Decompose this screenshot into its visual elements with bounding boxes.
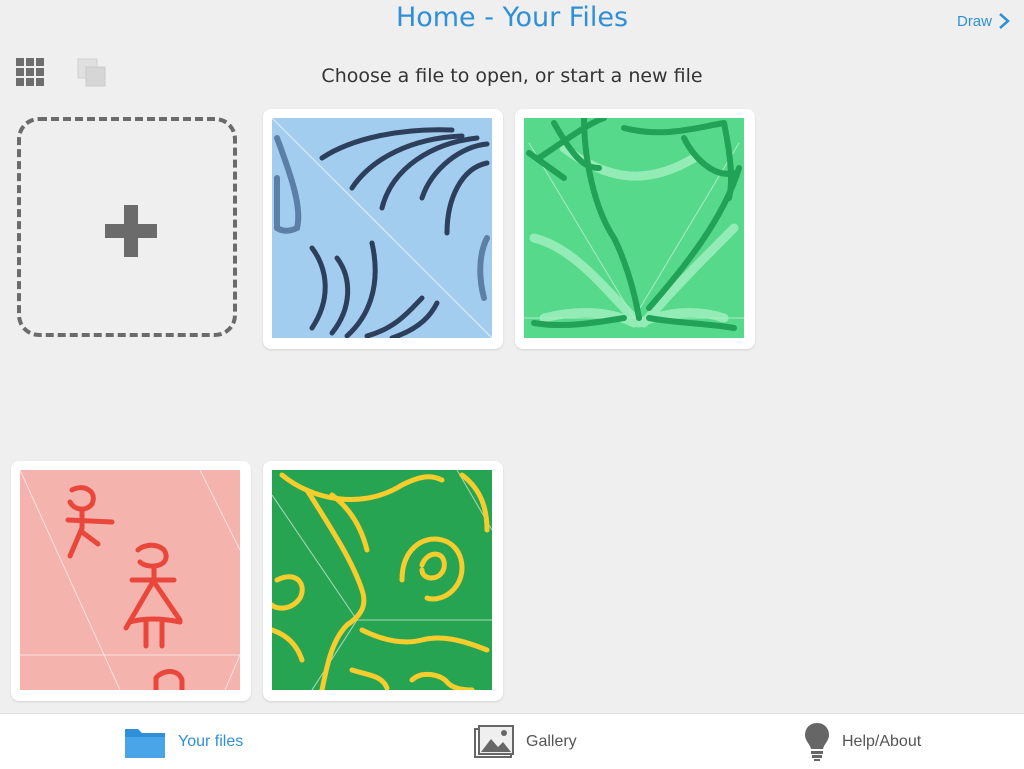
file-thumbnail-3[interactable] [11,461,251,701]
gallery-icon [474,724,514,758]
drawing-thumbnail [272,470,492,690]
lightbulb-icon [805,722,829,761]
page-title: Home - Your Files [395,2,629,33]
drawing-thumbnail [524,118,744,338]
tab-your-files[interactable]: Your files [124,714,243,769]
tab-label: Your files [178,732,244,750]
tab-label: Gallery [526,732,577,750]
new-file-button[interactable] [17,117,237,337]
file-thumbnail-1[interactable] [263,109,503,349]
drawing-thumbnail [20,470,240,690]
chevron-right-icon [999,13,1010,29]
drawing-thumbnail [272,118,492,338]
instructions-text: Choose a file to open, or start a new fi… [321,65,703,87]
tab-bar: Your files Gallery Help/About [0,713,1024,769]
tab-help-about[interactable]: Help/About [804,714,921,769]
file-thumbnail-4[interactable] [263,461,503,701]
plus-icon [105,205,157,257]
tab-gallery[interactable]: Gallery [474,714,577,769]
draw-label: Draw [956,12,992,30]
tab-label: Help/About [842,732,922,750]
file-thumbnail-2[interactable] [515,109,755,349]
folder-icon [125,728,165,758]
draw-button[interactable]: Draw [957,12,1010,30]
